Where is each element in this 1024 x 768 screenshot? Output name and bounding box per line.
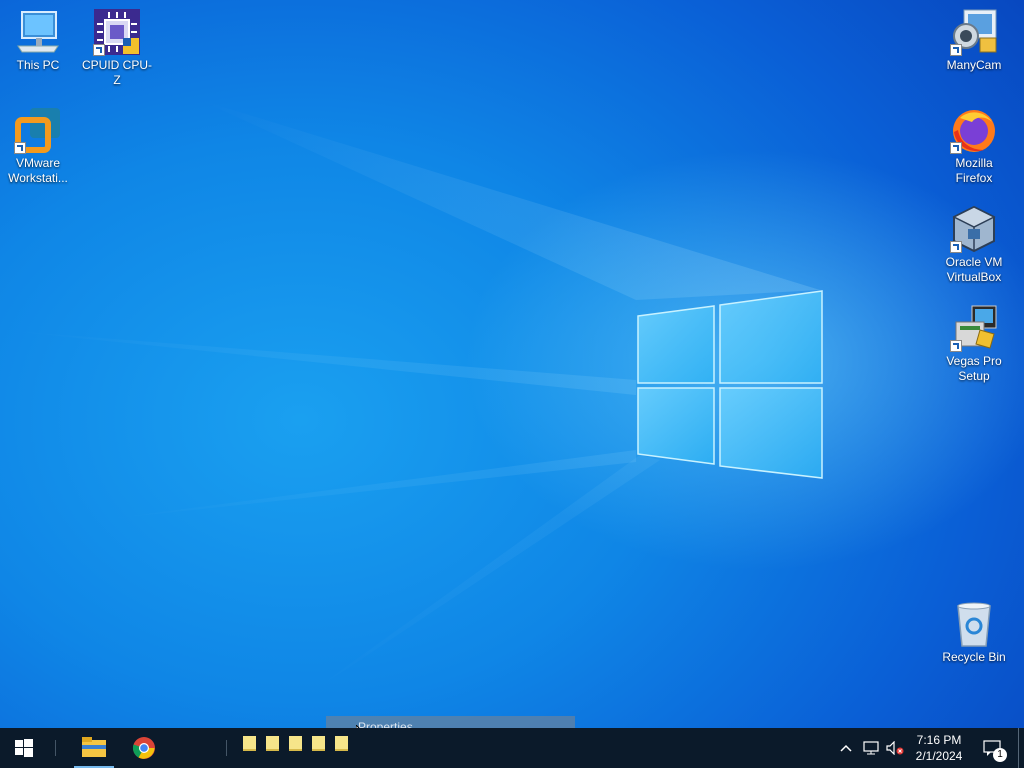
desktop-icon-manycam[interactable]: ManyCam (936, 8, 1012, 73)
network-tray-button[interactable] (860, 728, 882, 768)
taskbar-divider (226, 740, 227, 756)
shortcut-arrow-icon (950, 142, 962, 154)
show-hidden-icons-button[interactable] (836, 728, 856, 768)
recycle-bin-icon (950, 600, 998, 648)
firefox-icon (950, 106, 998, 154)
desktop-icon-label: CPUID CPU-Z (81, 58, 152, 87)
desktop-icon-vmware[interactable]: VMware Workstati... (0, 106, 76, 186)
desktop-icon-firefox[interactable]: Mozilla Firefox (936, 106, 1012, 186)
desktop-icon-this-pc[interactable]: This PC (0, 8, 76, 73)
volume-tray-button[interactable] (884, 728, 906, 768)
sticky-notes-taskbar-icon[interactable] (266, 736, 279, 751)
manycam-icon (950, 8, 998, 56)
cpu-z-icon (93, 8, 141, 56)
desktop-icon-label: VMware Workstati... (8, 156, 68, 185)
desktop-background[interactable]: This PC CPUID CPU-Z VMware Workstati... … (0, 0, 1024, 728)
chrome-taskbar-button[interactable] (124, 728, 164, 768)
desktop-icon-label: Oracle VM VirtualBox (945, 255, 1003, 284)
this-pc-icon (14, 8, 62, 56)
sticky-notes-taskbar-icon[interactable] (335, 736, 348, 751)
network-icon (863, 741, 879, 755)
file-explorer-taskbar-button[interactable] (74, 728, 114, 768)
clock-date: 2/1/2024 (915, 749, 963, 763)
action-center-button[interactable]: 1 (978, 728, 1008, 768)
taskbar: 7:16 PM 2/1/2024 1 (0, 728, 1024, 768)
show-desktop-button[interactable] (1018, 728, 1019, 768)
desktop-icon-label: Mozilla Firefox (955, 156, 993, 185)
chevron-up-icon (840, 744, 852, 752)
shortcut-arrow-icon (14, 142, 26, 154)
desktop-icon-label: Recycle Bin (942, 650, 1006, 664)
sticky-notes-taskbar-icon[interactable] (243, 736, 256, 751)
vmware-icon (14, 106, 62, 154)
taskbar-divider (55, 740, 56, 756)
chrome-icon (132, 737, 155, 759)
clock-time: 7:16 PM (916, 733, 962, 747)
sticky-notes-taskbar-icon[interactable] (312, 736, 325, 751)
shortcut-arrow-icon (93, 44, 105, 56)
desktop-icon-label: This PC (16, 58, 60, 72)
desktop-icon-label: Vegas Pro Setup (946, 354, 1002, 383)
sticky-notes-taskbar-icon[interactable] (289, 736, 302, 751)
notification-count-badge: 1 (993, 748, 1007, 762)
file-explorer-icon (82, 737, 106, 757)
desktop-icon-virtualbox[interactable]: Oracle VM VirtualBox (936, 205, 1012, 285)
shortcut-arrow-icon (950, 44, 962, 56)
windows-logo-wallpaper (637, 290, 823, 479)
shortcut-arrow-icon (950, 241, 962, 253)
start-button[interactable] (0, 728, 48, 768)
shortcut-arrow-icon (950, 340, 962, 352)
desktop-icon-recycle-bin[interactable]: Recycle Bin (936, 600, 1012, 665)
clock[interactable]: 7:16 PM 2/1/2024 (908, 728, 970, 768)
desktop-icon-cpu-z[interactable]: CPUID CPU-Z (79, 8, 155, 88)
wallpaper-rays (0, 100, 820, 700)
vegas-setup-icon (950, 304, 998, 352)
desktop-icon-label: ManyCam (946, 58, 1002, 72)
windows-start-icon (15, 739, 33, 757)
desktop-icon-vegas-setup[interactable]: Vegas Pro Setup (936, 304, 1012, 384)
virtualbox-icon (950, 205, 998, 253)
volume-muted-icon (886, 741, 904, 755)
